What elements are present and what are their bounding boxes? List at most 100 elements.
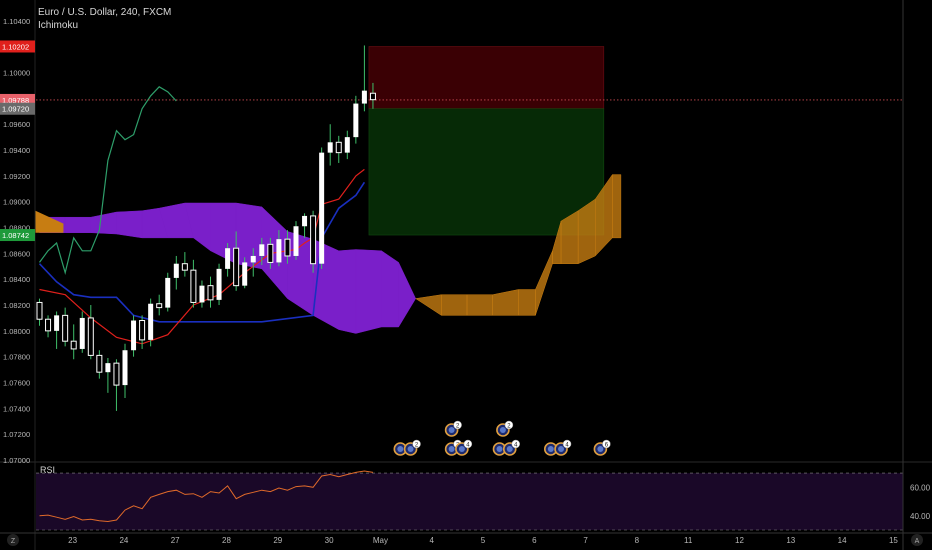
candle-down[interactable] [113,362,120,386]
time-tick-label: 12 [735,536,744,545]
ichimoku-cloud-segment [577,198,596,265]
time-tick-label: 15 [889,536,898,545]
timezone-icon[interactable]: Z [7,534,19,546]
price-tick-label: 1.08200 [3,301,30,310]
price-tag[interactable]: 1.08742 [0,229,35,242]
chart-header: Euro / U.S. Dollar, 240, FXCM Ichimoku [38,6,171,32]
rsi-tick-label: 60.00 [910,483,931,492]
candle-up[interactable] [242,262,248,286]
candle-up[interactable] [353,103,359,138]
price-tick-label: 1.09600 [3,120,30,129]
candle-up[interactable] [148,303,154,340]
time-tick-label: 28 [222,536,231,545]
candle-down[interactable] [284,238,291,257]
candle-down[interactable] [369,92,376,101]
price-tick-label: 1.07800 [3,353,30,362]
candle-down[interactable] [190,269,197,303]
candle-down[interactable] [310,215,317,265]
candle-down[interactable] [139,320,146,341]
time-tick-label: 24 [119,536,128,545]
candle-up[interactable] [319,152,325,264]
chart-canvas[interactable]: 22424246 RSI60.0040.00 1.070001.072001.0… [0,0,932,550]
rsi-label[interactable]: RSI [40,465,55,475]
time-tick-label: 11 [684,536,693,545]
candle-up[interactable] [225,248,231,269]
time-tick-label: May [373,536,388,545]
time-tick-label: 14 [838,536,847,545]
candle-down[interactable] [96,354,103,373]
stop-loss-zone[interactable] [368,46,605,110]
indicator-label[interactable]: Ichimoku [38,19,171,32]
ichimoku-cloud-segment [64,216,92,233]
candle-up[interactable] [131,320,137,351]
ichimoku-cloud-segment [235,202,263,270]
time-tick-label: 6 [532,536,537,545]
price-tick-label: 1.10400 [3,17,30,26]
price-tick-label: 1.08600 [3,249,30,258]
time-tick-label: 30 [325,536,334,545]
candle-up[interactable] [293,226,299,256]
candle-down[interactable] [233,247,240,287]
price-tag[interactable]: 1.09720 [0,102,35,115]
symbol-title[interactable]: Euro / U.S. Dollar, 240, FXCM [38,6,171,19]
candle-up[interactable] [276,239,282,263]
candle-up[interactable] [216,268,222,300]
price-tag-label: 1.09720 [2,105,29,114]
ichimoku-cloud-segment [612,174,622,239]
ichimoku-cloud-segment [518,289,536,316]
candle-down[interactable] [87,317,94,356]
candle-down[interactable] [156,303,163,309]
candle-down[interactable] [335,141,342,154]
candle-down[interactable] [45,318,52,332]
candle-down[interactable] [70,340,77,350]
time-tick-label: 29 [273,536,282,545]
candle-up[interactable] [54,315,60,331]
time-tick-label: 13 [786,536,795,545]
candle-up[interactable] [344,137,350,153]
candle-up[interactable] [122,350,128,386]
time-tick-label: 4 [429,536,434,545]
price-tick-label: 1.08000 [3,327,30,336]
ichimoku-cloud-segment [441,294,468,316]
candle-up[interactable] [302,215,308,227]
candle-up[interactable] [259,244,265,256]
candle-up[interactable] [250,255,256,263]
time-tick-label: 7 [583,536,588,545]
price-tick-label: 1.09200 [3,172,30,181]
candle-down[interactable] [62,314,69,342]
candle-down[interactable] [207,285,214,301]
candle-down[interactable] [267,243,274,263]
ichimoku-cloud-segment [338,249,357,334]
auto-scale-icon[interactable]: A [911,534,923,546]
ichimoku-cloud-segment [466,294,493,316]
price-tick-label: 1.09000 [3,198,30,207]
candle-up[interactable] [79,317,85,349]
ichimoku-cloud-segment [381,250,399,328]
candle-up[interactable] [173,263,179,278]
auto-scale-icon-label: A [915,538,920,545]
price-tick-label: 1.07600 [3,379,30,388]
price-tag[interactable]: 1.10202 [0,40,35,53]
candle-up[interactable] [105,363,111,373]
candle-up[interactable] [327,142,333,153]
price-tag-label: 1.10202 [2,42,29,51]
time-tick-label: 5 [481,536,486,545]
ichimoku-cloud-segment [355,249,382,334]
price-tick-label: 1.07400 [3,404,30,413]
price-tick-label: 1.09400 [3,146,30,155]
candle-down[interactable] [181,263,188,271]
candle-up[interactable] [165,277,171,308]
time-tick-label: 8 [635,536,640,545]
candle-up[interactable] [361,90,367,104]
time-tick-label: 27 [171,536,180,545]
candle-up[interactable] [199,285,205,303]
price-tick-label: 1.07000 [3,456,30,465]
take-profit-zone[interactable] [368,108,605,236]
price-tick-label: 1.10000 [3,69,30,78]
price-tick-label: 1.07200 [3,430,30,439]
rsi-tick-label: 40.00 [910,512,931,521]
price-tag-label: 1.08742 [2,231,29,240]
ichimoku-cloud-segment [116,210,143,239]
candle-down[interactable] [36,301,43,320]
time-tick-label: 23 [68,536,77,545]
